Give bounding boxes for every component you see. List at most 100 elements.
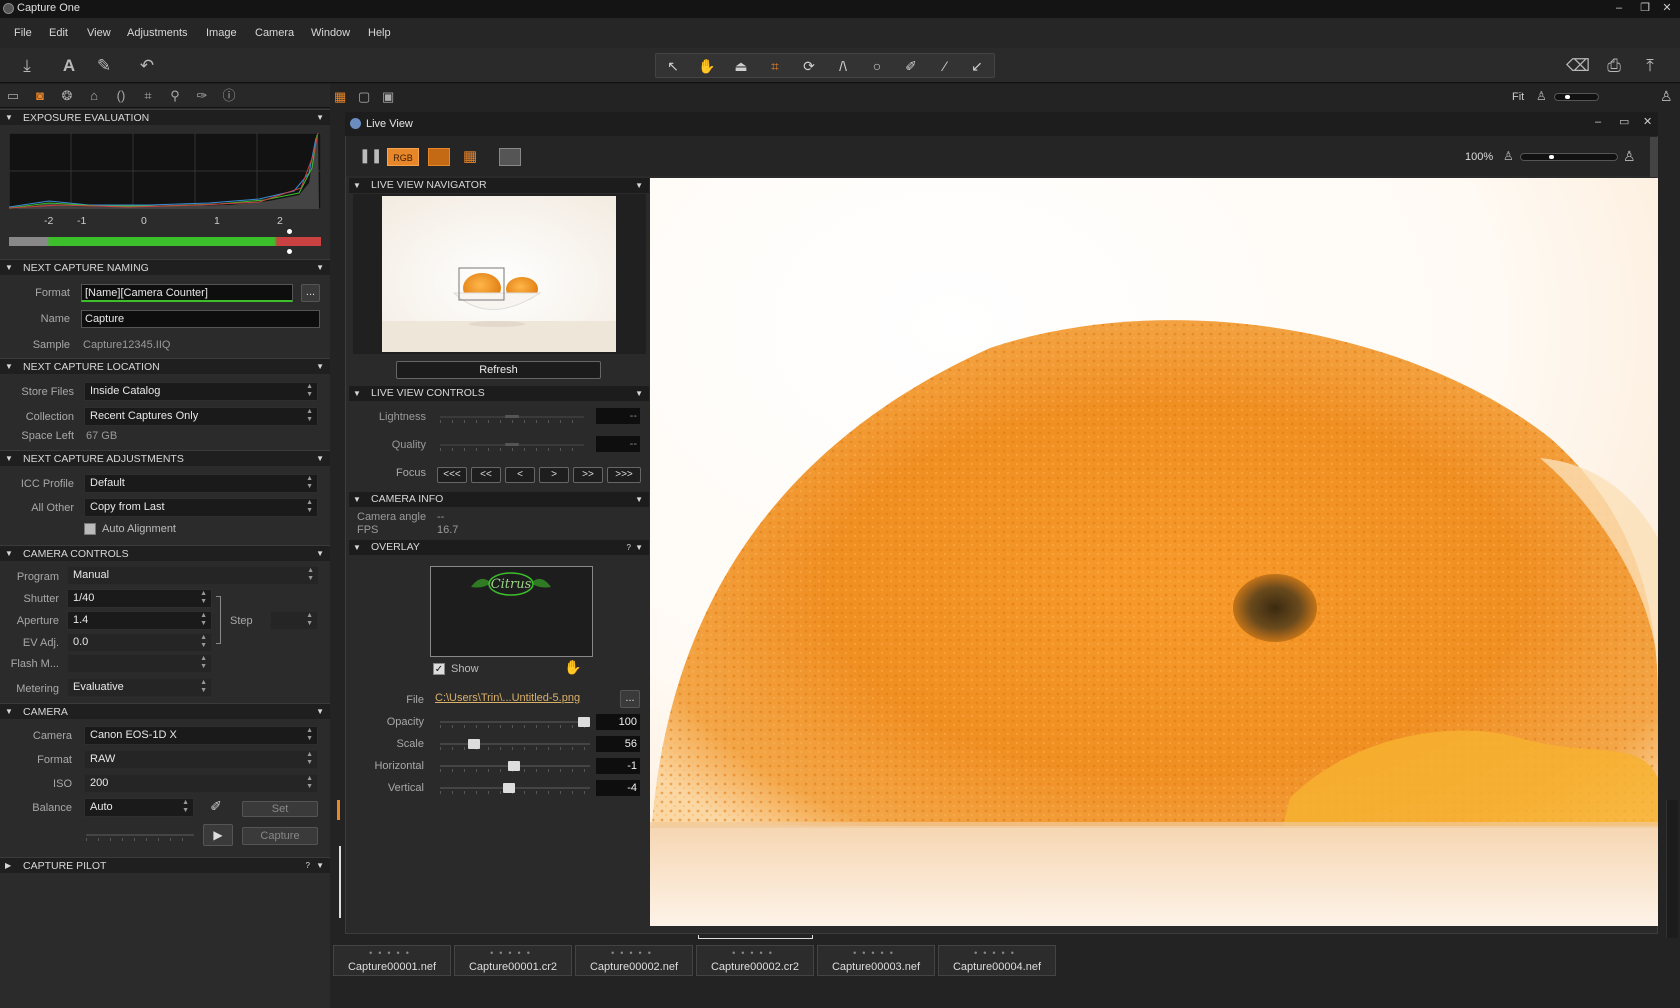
white-balance-picker-icon[interactable]: ✐	[207, 798, 225, 816]
color-picker-icon[interactable]: ⁄	[930, 56, 960, 76]
focus-near-2-button[interactable]: >>	[573, 467, 603, 483]
import-icon[interactable]: ⤓	[15, 54, 39, 78]
select-icon[interactable]: ↖	[658, 56, 688, 76]
store-files-select[interactable]: Inside Catalog ▲ ▼	[84, 382, 318, 401]
next-capture-naming-header[interactable]: ▼ NEXT CAPTURE NAMING ▼	[0, 259, 330, 275]
rgb-toggle-button[interactable]: RGB	[387, 148, 419, 166]
camera-info-header[interactable]: ▼ CAMERA INFO ▼	[349, 492, 649, 507]
balance-select[interactable]: Auto ▲ ▼	[84, 798, 194, 817]
filmstrip-thumb[interactable]: ••••• Capture00001.nef	[333, 945, 451, 976]
video-camera-icon[interactable]: ▶	[203, 824, 233, 846]
horizontal-value[interactable]: -1	[596, 758, 640, 774]
focus-near-3-button[interactable]: >>>	[607, 467, 641, 483]
lv-zoom-slider[interactable]	[1520, 153, 1618, 161]
filmstrip-thumb[interactable]: ••••• Capture00002.nef	[575, 945, 693, 976]
menu-file[interactable]: File	[14, 27, 32, 39]
exposure-tab-icon[interactable]: ⌂	[85, 88, 103, 104]
filmstrip-thumb[interactable]: ••••• Capture00002.cr2	[696, 945, 814, 976]
overlay-show-checkbox[interactable]: ✓	[433, 663, 445, 675]
overlay-move-hand-icon[interactable]: ✋	[564, 659, 581, 676]
shutter-select[interactable]: 1/40 ▲ ▼	[67, 589, 212, 608]
focus-far-3-button[interactable]: <<<	[437, 467, 467, 483]
overlay-header[interactable]: ▼ OVERLAY? ▼	[349, 540, 649, 555]
vertical-slider[interactable]	[440, 782, 590, 794]
details-tab-icon[interactable]: ⚲	[166, 88, 184, 104]
text-icon[interactable]: A	[57, 54, 81, 78]
lv-maximize-button[interactable]: ▭	[1619, 115, 1629, 128]
navigator-header[interactable]: ▼ LIVE VIEW NAVIGATOR ▼	[349, 178, 649, 193]
panel-splitter-line[interactable]	[339, 846, 341, 918]
maximize-button[interactable]: ❐	[1634, 0, 1656, 18]
live-view-image[interactable]	[650, 178, 1658, 926]
single-view-icon[interactable]: ▢	[358, 89, 374, 105]
ev-adj-select[interactable]: 0.0 ▲ ▼	[67, 633, 212, 652]
camera-format-select[interactable]: RAW ▲ ▼	[84, 750, 318, 769]
focus-far-1-button[interactable]: <	[505, 467, 535, 483]
menu-view[interactable]: View	[87, 27, 111, 39]
naming-format-input[interactable]: [Name][Camera Counter]	[81, 284, 293, 302]
camera-header[interactable]: ▼ CAMERA ▼	[0, 703, 330, 719]
program-select[interactable]: Manual ▲ ▼	[67, 566, 319, 585]
aperture-select[interactable]: 1.4 ▲ ▼	[67, 611, 212, 630]
auto-alignment-checkbox[interactable]	[84, 523, 96, 535]
panel-splitter-handle[interactable]	[337, 800, 340, 820]
film-icon[interactable]	[428, 148, 450, 166]
quality-value[interactable]: --	[596, 436, 640, 452]
menu-image[interactable]: Image	[206, 27, 237, 39]
iso-select[interactable]: 200 ▲ ▼	[84, 774, 318, 793]
lv-minimize-button[interactable]: ‒	[1595, 116, 1601, 128]
refresh-button[interactable]: Refresh	[396, 361, 601, 379]
copy-apply-icon[interactable]: ↙	[962, 56, 992, 76]
live-view-controls-header[interactable]: ▼ LIVE VIEW CONTROLS ▼	[349, 386, 649, 401]
overlay-preview[interactable]: Citrus	[430, 566, 593, 657]
library-tab-icon[interactable]: ▭	[4, 88, 22, 104]
camera-select[interactable]: Canon EOS-1D X ▲ ▼	[84, 726, 318, 745]
filmstrip-thumb[interactable]: ••••• Capture00004.nef	[938, 945, 1056, 976]
color-tab-icon[interactable]: ❂	[58, 88, 76, 104]
menu-adjustments[interactable]: Adjustments	[127, 27, 188, 39]
metering-select[interactable]: Evaluative ▲ ▼	[67, 678, 212, 697]
capture-button[interactable]: Capture	[242, 827, 318, 845]
pause-icon[interactable]: ❚❚	[359, 147, 382, 165]
opacity-slider[interactable]	[440, 716, 590, 728]
next-capture-adjustments-header[interactable]: ▼ NEXT CAPTURE ADJUSTMENTS ▼	[0, 450, 330, 466]
scale-value[interactable]: 56	[596, 736, 640, 752]
grid-overlay-icon[interactable]: ▦	[463, 148, 483, 166]
filmstrip-thumb[interactable]: ••••• Capture00003.nef	[817, 945, 935, 976]
next-capture-location-header[interactable]: ▼ NEXT CAPTURE LOCATION ▼	[0, 358, 330, 374]
filmstrip-thumb[interactable]: ••••• Capture00001.cr2	[454, 945, 572, 976]
capture-slider[interactable]	[86, 829, 194, 841]
thumb-size-slider[interactable]	[1554, 93, 1599, 101]
collection-select[interactable]: Recent Captures Only ▲ ▼	[84, 407, 318, 426]
loupe-icon[interactable]: ⏏	[726, 56, 756, 76]
step-select[interactable]: ▲ ▼	[270, 611, 318, 630]
minimize-button[interactable]: ‒	[1608, 0, 1630, 18]
quality-slider[interactable]	[440, 439, 584, 451]
vertical-value[interactable]: -4	[596, 780, 640, 796]
print-icon[interactable]: ⎙	[1602, 54, 1626, 78]
lens-tab-icon[interactable]: ()	[112, 88, 130, 104]
camera-controls-header[interactable]: ▼ CAMERA CONTROLS ▼	[0, 545, 330, 561]
horizontal-slider[interactable]	[440, 760, 590, 772]
menu-window[interactable]: Window	[311, 27, 350, 39]
lv-close-button[interactable]: ✕	[1643, 115, 1652, 128]
lv-scrollbar[interactable]	[1650, 137, 1658, 177]
menu-edit[interactable]: Edit	[49, 27, 68, 39]
crop-icon[interactable]: ⌗	[760, 56, 790, 76]
capture-pilot-header[interactable]: ▶ CAPTURE PILOT? ▼	[0, 857, 330, 873]
spot-removal-icon[interactable]: ○	[862, 56, 892, 76]
capture-tab-icon[interactable]: ◙	[31, 88, 49, 104]
overlay-file-link[interactable]: C:\Users\Trin\...Untitled-5.png	[435, 692, 580, 704]
keystone-icon[interactable]: /\	[828, 56, 858, 76]
set-button[interactable]: Set	[242, 801, 318, 817]
undo-icon[interactable]: ↶	[135, 54, 159, 78]
naming-format-more-button[interactable]: ...	[301, 284, 320, 302]
close-button[interactable]: ✕	[1656, 0, 1678, 18]
adjustments-tab-icon[interactable]: ✑	[193, 88, 211, 104]
composition-tab-icon[interactable]: ⌗	[139, 88, 157, 104]
lightness-slider[interactable]	[440, 411, 584, 423]
naming-name-input[interactable]: Capture	[81, 310, 320, 328]
all-other-select[interactable]: Copy from Last ▲ ▼	[84, 498, 318, 517]
exposure-evaluation-header[interactable]: ▼ EXPOSURE EVALUATION ▼	[0, 109, 330, 125]
navigator-thumbnail[interactable]	[382, 196, 616, 352]
